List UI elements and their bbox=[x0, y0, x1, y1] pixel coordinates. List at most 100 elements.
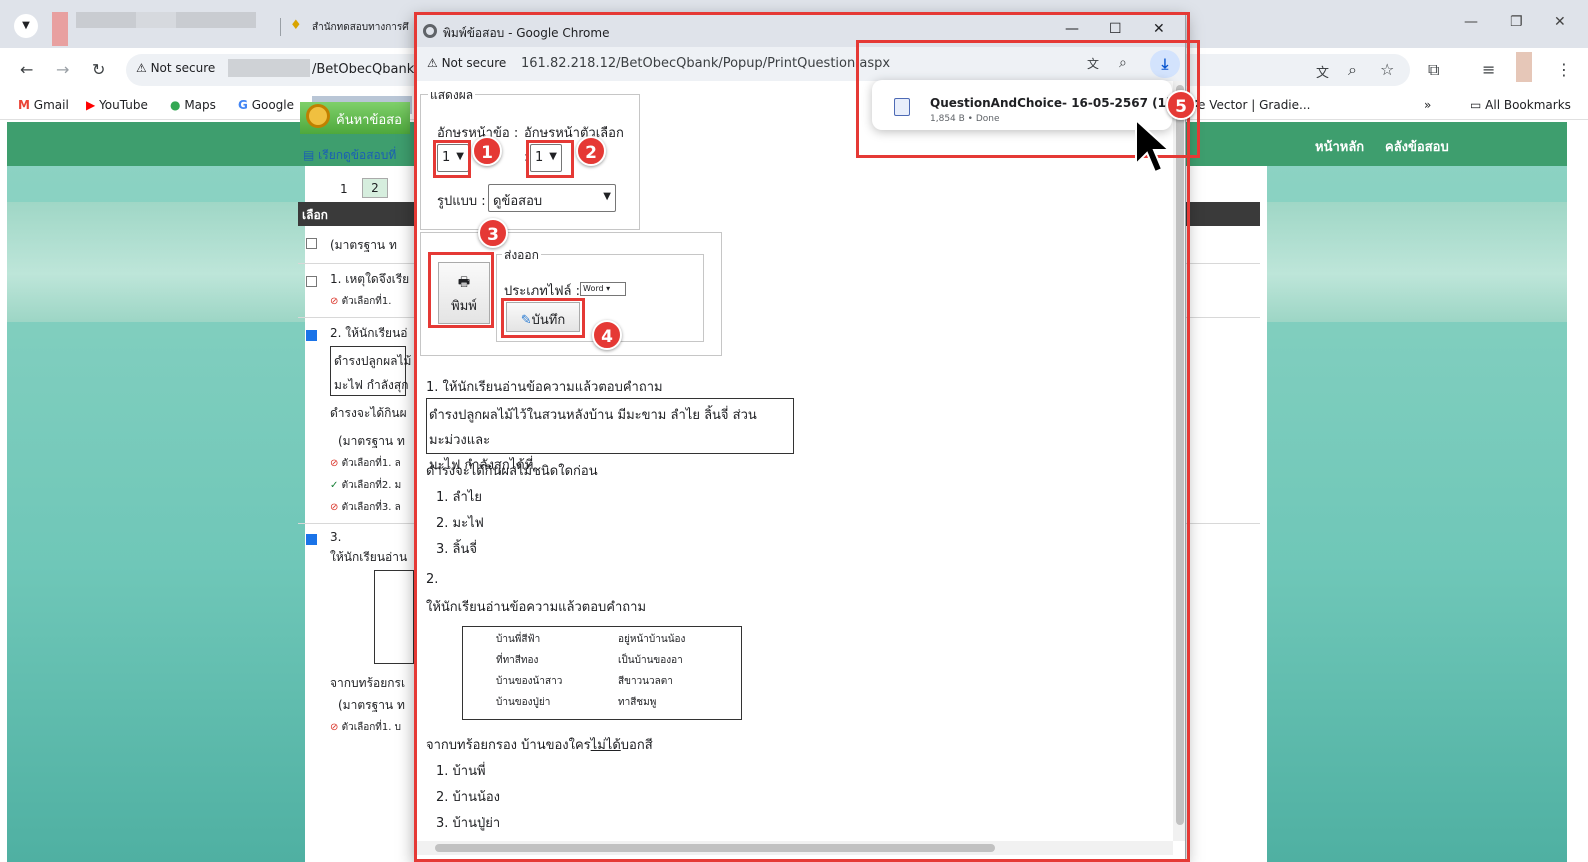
popup-url[interactable]: 161.82.218.12/BetObecQbank/Popup/PrintQu… bbox=[521, 56, 890, 71]
annotation-badge-1: 1 bbox=[472, 136, 502, 166]
export-legend: ส่งออก bbox=[502, 246, 541, 265]
row-text: (มาตรฐาน ท bbox=[330, 238, 397, 252]
download-status: 1,854 B • Done bbox=[930, 114, 1000, 124]
q2-question: จากบทร้อยกรอง บ้านของใครไม่ได้บอกสี bbox=[426, 738, 653, 753]
file-type-select[interactable]: Word ▾ bbox=[580, 282, 626, 296]
tab-separator bbox=[280, 18, 281, 36]
popup-close-icon[interactable]: ✕ bbox=[1153, 21, 1165, 37]
magnifier-icon bbox=[306, 104, 330, 128]
bookmark-vector[interactable]: e Vector | Gradie... bbox=[1198, 98, 1310, 112]
mouse-cursor-icon bbox=[1135, 118, 1172, 174]
list-icon: ▤ bbox=[303, 148, 315, 162]
question-prefix-select[interactable]: 1 ▼ bbox=[437, 144, 469, 172]
chevron-down-icon: ▼ bbox=[603, 191, 611, 202]
download-icon[interactable]: ⤓ bbox=[1150, 50, 1180, 78]
forward-icon[interactable]: → bbox=[56, 60, 69, 79]
save-button[interactable]: ✎บันทึก bbox=[506, 302, 580, 332]
profile-avatar[interactable] bbox=[1516, 52, 1532, 82]
q2-title: ให้นักเรียนอ่านข้อความแล้วตอบคำถาม bbox=[426, 600, 647, 615]
bookmark-maps[interactable]: ● Maps bbox=[170, 98, 216, 112]
gmail-icon: M bbox=[18, 98, 30, 112]
blurred-tab[interactable] bbox=[52, 12, 68, 46]
row-line: จากบทร้อยกรเ bbox=[330, 676, 406, 690]
colon-label: : bbox=[524, 150, 529, 165]
maps-icon: ● bbox=[170, 98, 181, 112]
choice-line: ⊘ ตัวเลือกที่1. ล bbox=[330, 458, 401, 469]
reading-list-icon[interactable]: ≡ bbox=[1482, 60, 1495, 79]
vertical-scroll-thumb[interactable] bbox=[1176, 85, 1184, 825]
row-line: ดำรงปลูกผลไม้ bbox=[334, 354, 412, 368]
youtube-icon: ▶ bbox=[86, 98, 96, 112]
poem-box bbox=[374, 570, 414, 664]
more-bookmarks-icon[interactable]: » bbox=[1424, 98, 1431, 112]
poem-line: บ้านของน้าสาว bbox=[496, 676, 563, 687]
back-icon[interactable]: ← bbox=[20, 60, 33, 79]
q1-choice: 1. ลำไย bbox=[436, 490, 482, 505]
choice-line: ⊘ ตัวเลือกที่1. บ bbox=[330, 722, 401, 733]
popup-translate-icon[interactable]: 文 bbox=[1087, 55, 1099, 72]
zoom-icon[interactable]: ⌕ bbox=[1348, 60, 1357, 80]
printer-icon: 🖶 bbox=[457, 275, 471, 290]
extensions-icon[interactable]: ⧉ bbox=[1428, 60, 1439, 80]
poem-line: ที่ทาสีทอง bbox=[496, 655, 539, 666]
q2-choice: 1. บ้านพี่ bbox=[436, 764, 486, 779]
format-label: รูปแบบ : bbox=[437, 194, 486, 209]
poem-line: เป็นบ้านของอา bbox=[618, 655, 683, 666]
bookmark-star-icon[interactable]: ☆ bbox=[1380, 60, 1394, 79]
popup-not-secure[interactable]: ⚠ Not secure bbox=[427, 56, 506, 70]
format-select[interactable]: ดูข้อสอบ ▼ bbox=[488, 184, 616, 212]
save-icon: ✎ bbox=[520, 313, 532, 328]
pager-current[interactable]: 1 bbox=[340, 182, 348, 196]
annotation-badge-2: 2 bbox=[576, 136, 606, 166]
close-icon[interactable]: ✕ bbox=[1554, 14, 1566, 30]
choice-line: ⊘ ตัวเลือกที่3. ล bbox=[330, 502, 401, 513]
tab-search-button[interactable]: ▼ bbox=[14, 14, 38, 38]
choice-line: ⊘ ตัวเลือกที่1. bbox=[330, 296, 392, 307]
all-bookmarks[interactable]: ▭ All Bookmarks bbox=[1470, 98, 1571, 112]
row-checkbox[interactable] bbox=[306, 238, 317, 249]
popup-title: พิมพ์ข้อสอบ - Google Chrome bbox=[443, 26, 610, 40]
row-checkbox[interactable] bbox=[306, 276, 317, 287]
q1-passage-line: ดำรงปลูกผลไม้ไว้ในสวนหลังบ้าน มีมะขาม ลำ… bbox=[429, 408, 757, 448]
popup-maximize-icon[interactable]: ☐ bbox=[1109, 21, 1122, 37]
restore-icon[interactable]: ❐ bbox=[1510, 14, 1523, 30]
chevron-down-icon: ▼ bbox=[549, 151, 557, 162]
bookmark-gmail[interactable]: M Gmail bbox=[18, 98, 69, 112]
minimize-icon[interactable]: — bbox=[1464, 14, 1478, 30]
row-checkbox-checked[interactable] bbox=[306, 534, 317, 545]
row-line: ให้นักเรียนอ่าน bbox=[330, 550, 408, 564]
popup-zoom-icon[interactable]: ⌕ bbox=[1119, 55, 1127, 71]
pager-page-2[interactable]: 2 bbox=[362, 178, 388, 198]
view-questions-link[interactable]: ▤ เรียกดูข้อสอบที่ bbox=[303, 146, 396, 165]
row-line: (มาตรฐาน ท bbox=[338, 698, 405, 712]
nav-question-bank-link[interactable]: คลังข้อสอบ bbox=[1385, 136, 1449, 157]
choice-prefix-label: อักษรหน้าตัวเลือก bbox=[524, 126, 624, 141]
annotation-badge-5: 5 bbox=[1166, 90, 1196, 120]
popup-minimize-icon[interactable]: — bbox=[1065, 21, 1079, 37]
q1-question: ดำรงจะได้กินผลไม้ชนิดใดก่อน bbox=[426, 464, 598, 479]
q2-choice: 3. บ้านปู่ย่า bbox=[436, 816, 501, 831]
nav-home-link[interactable]: หน้าหลัก bbox=[1315, 136, 1364, 157]
poem-line: บ้านของปู่ย่า bbox=[496, 697, 551, 708]
translate-icon[interactable]: 文 bbox=[1316, 62, 1329, 81]
row-line: ดำรงจะได้กินผ bbox=[330, 406, 407, 420]
choice-prefix-select[interactable]: 1 ▼ bbox=[530, 144, 562, 172]
row-text: 2. ให้นักเรียนอ่ bbox=[330, 326, 408, 340]
display-legend: แสดงผล bbox=[428, 86, 476, 105]
url-text[interactable]: /BetObecQbank/ bbox=[312, 62, 419, 77]
tab-title[interactable]: สำนักทดสอบทางการศึ bbox=[312, 20, 422, 35]
bookmark-google[interactable]: G Google bbox=[238, 98, 294, 112]
chrome-icon bbox=[423, 24, 437, 38]
chevron-down-icon: ▼ bbox=[456, 151, 464, 162]
not-secure-indicator[interactable]: ⚠ Not secure bbox=[136, 61, 215, 75]
menu-icon[interactable]: ⋮ bbox=[1556, 60, 1572, 79]
download-file-name[interactable]: QuestionAndChoice- 16-05-2567 (1).doc bbox=[930, 96, 1200, 110]
bookmark-youtube[interactable]: ▶ YouTube bbox=[86, 98, 148, 112]
poem-line: บ้านพี่สีฟ้า bbox=[496, 634, 541, 645]
blurred-url bbox=[228, 59, 310, 77]
reload-icon[interactable]: ↻ bbox=[92, 60, 105, 79]
row-checkbox-checked[interactable] bbox=[306, 330, 317, 341]
horizontal-scroll-thumb[interactable] bbox=[435, 844, 995, 852]
print-button[interactable]: 🖶 พิมพ์ bbox=[438, 262, 490, 324]
poem-line: สีขาวนวลตา bbox=[618, 676, 673, 687]
